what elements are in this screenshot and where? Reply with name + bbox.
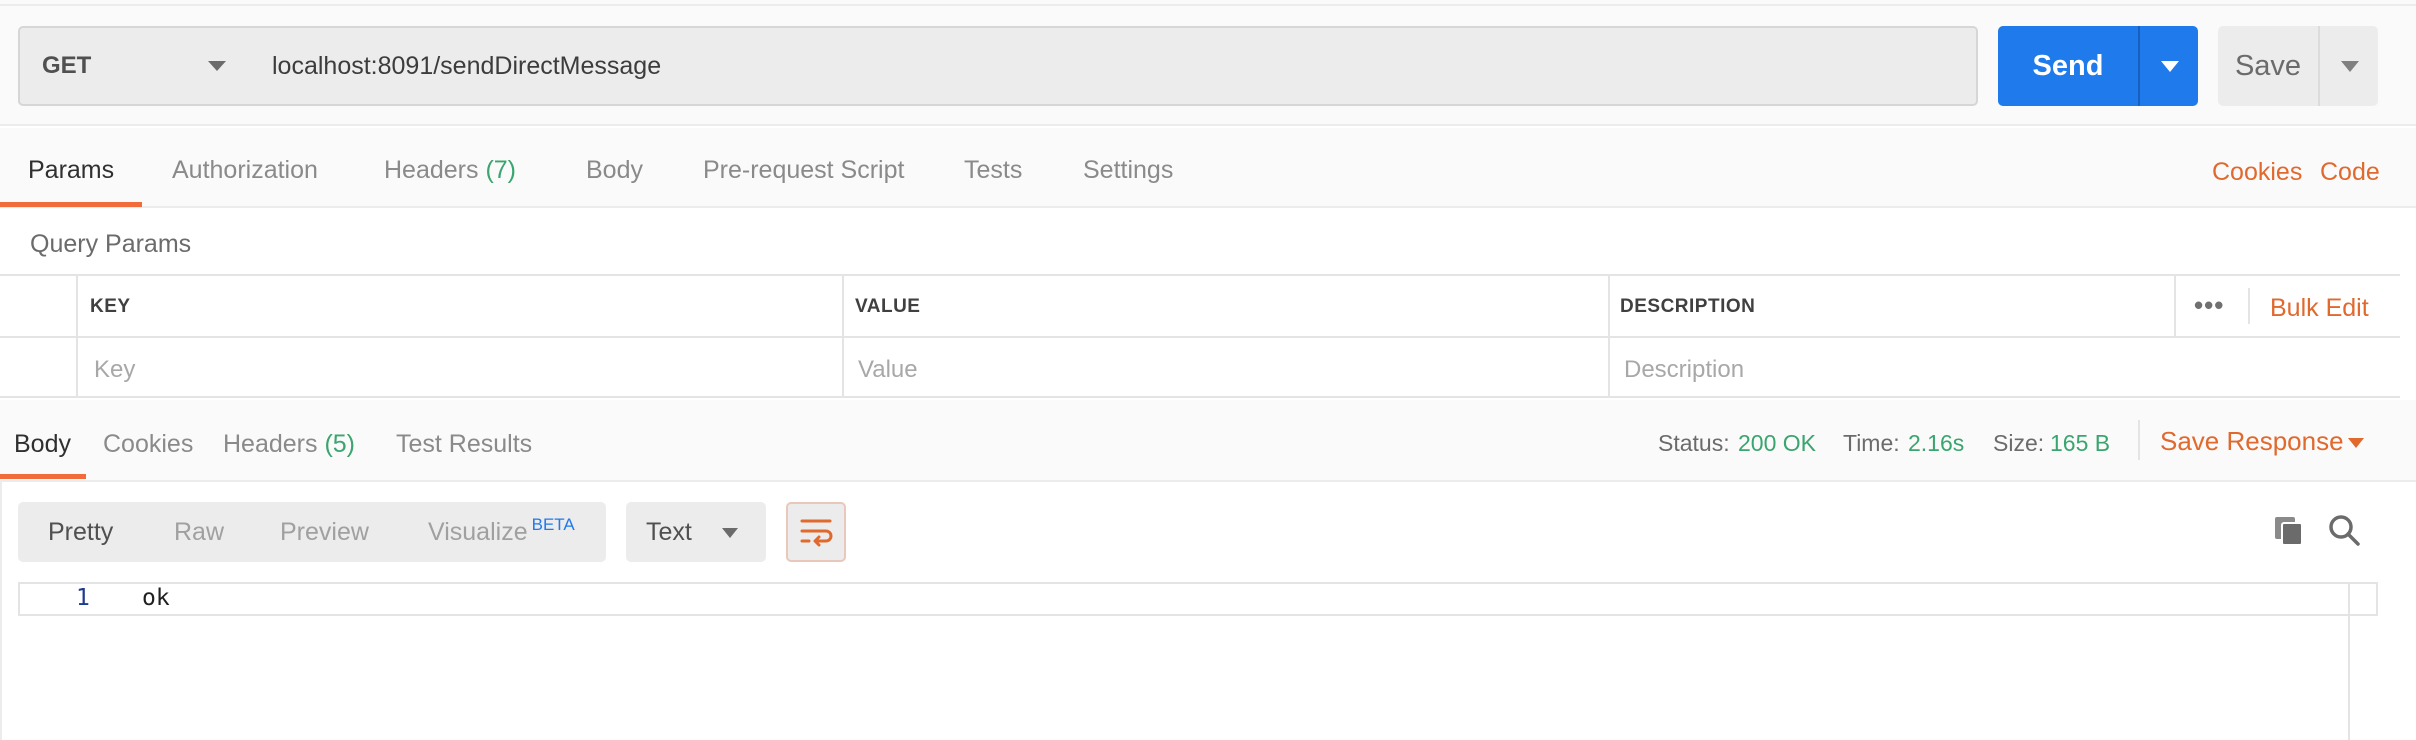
tab-headers[interactable]: Headers (7) <box>384 156 516 185</box>
url-text: localhost:8091/sendDirectMessage <box>272 51 662 80</box>
chevron-down-icon <box>722 528 738 538</box>
cookies-link[interactable]: Cookies <box>2212 158 2302 187</box>
search-icon[interactable] <box>2326 512 2362 548</box>
left-border <box>0 482 2 740</box>
column-divider <box>2248 288 2250 324</box>
save-response-button[interactable]: Save Response <box>2160 426 2344 457</box>
wrap-lines-button[interactable] <box>786 502 846 562</box>
headers-count: (7) <box>485 156 517 184</box>
tab-params[interactable]: Params <box>28 156 114 185</box>
save-button[interactable]: Save <box>2218 26 2318 106</box>
active-tab-indicator <box>0 202 142 207</box>
active-tab-indicator <box>0 474 86 479</box>
send-button[interactable]: Send <box>1998 26 2138 106</box>
tab-prerequest-script[interactable]: Pre-request Script <box>703 156 904 185</box>
tab-tests[interactable]: Tests <box>964 156 1022 185</box>
tab-response-body[interactable]: Body <box>14 430 71 459</box>
url-input[interactable]: localhost:8091/sendDirectMessage <box>250 26 1978 106</box>
bulk-edit-link[interactable]: Bulk Edit <box>2270 294 2369 323</box>
response-headers-count: (5) <box>324 430 356 458</box>
table-divider <box>0 336 2400 338</box>
size-label: Size: <box>1993 430 2045 456</box>
status-value[interactable]: 200 OK <box>1738 430 1816 457</box>
divider <box>2138 420 2140 460</box>
chevron-down-icon <box>2161 61 2179 72</box>
view-mode-group: Pretty Raw Preview Visualize BETA <box>18 502 606 562</box>
method-label: GET <box>42 52 92 79</box>
line-number: 1 <box>76 585 90 611</box>
save-options-button[interactable] <box>2318 26 2378 106</box>
tab-response-headers[interactable]: Headers (5) <box>223 430 355 459</box>
code-link[interactable]: Code <box>2320 158 2380 187</box>
editor-scrollbar[interactable] <box>2348 582 2350 740</box>
column-header-description: DESCRIPTION <box>1620 296 1756 317</box>
response-tabs: Body Cookies Headers (5) Test Results St… <box>0 400 2416 482</box>
tab-response-headers-label: Headers <box>223 430 318 458</box>
format-select[interactable]: Text <box>626 502 766 562</box>
request-tabs: Params Authorization Headers (7) Body Pr… <box>0 128 2416 208</box>
column-header-key: KEY <box>90 296 131 317</box>
tab-test-results[interactable]: Test Results <box>396 430 532 459</box>
time-value[interactable]: 2.16s <box>1908 430 1964 457</box>
tab-response-cookies[interactable]: Cookies <box>103 430 193 459</box>
column-header-value: VALUE <box>855 296 921 317</box>
column-divider <box>76 276 78 398</box>
tab-body[interactable]: Body <box>586 156 643 185</box>
mode-preview[interactable]: Preview <box>280 518 369 547</box>
beta-badge: BETA <box>531 515 575 534</box>
tab-headers-label: Headers <box>384 156 479 184</box>
code-line[interactable]: ok <box>142 585 170 611</box>
column-divider <box>2174 276 2176 336</box>
column-divider <box>1608 276 1610 398</box>
time-label: Time: <box>1843 430 1900 456</box>
key-input[interactable]: Key <box>94 356 135 384</box>
mode-visualize[interactable]: Visualize BETA <box>428 515 575 547</box>
method-select[interactable]: GET <box>18 26 252 106</box>
tab-authorization[interactable]: Authorization <box>172 156 318 185</box>
wrap-lines-icon <box>800 519 833 547</box>
response-editor[interactable] <box>18 582 2378 616</box>
mode-visualize-label: Visualize <box>428 518 528 546</box>
status-label: Status: <box>1658 430 1730 456</box>
size-value[interactable]: 165 B <box>2050 430 2110 457</box>
copy-icon[interactable] <box>2272 514 2306 548</box>
query-params-title: Query Params <box>30 230 192 258</box>
chevron-down-icon <box>2341 61 2359 72</box>
more-icon[interactable]: ••• <box>2194 290 2224 321</box>
column-divider <box>842 276 844 398</box>
chevron-down-icon[interactable] <box>2348 438 2364 448</box>
send-options-button[interactable] <box>2138 26 2198 106</box>
query-params-table: KEY VALUE DESCRIPTION ••• Bulk Edit Key … <box>0 274 2400 398</box>
description-input[interactable]: Description <box>1624 356 1744 384</box>
chevron-down-icon <box>208 61 226 71</box>
mode-pretty[interactable]: Pretty <box>48 518 113 547</box>
mode-raw[interactable]: Raw <box>174 518 224 547</box>
format-label: Text <box>646 518 692 546</box>
tab-settings[interactable]: Settings <box>1083 156 1173 185</box>
value-input[interactable]: Value <box>858 356 918 384</box>
